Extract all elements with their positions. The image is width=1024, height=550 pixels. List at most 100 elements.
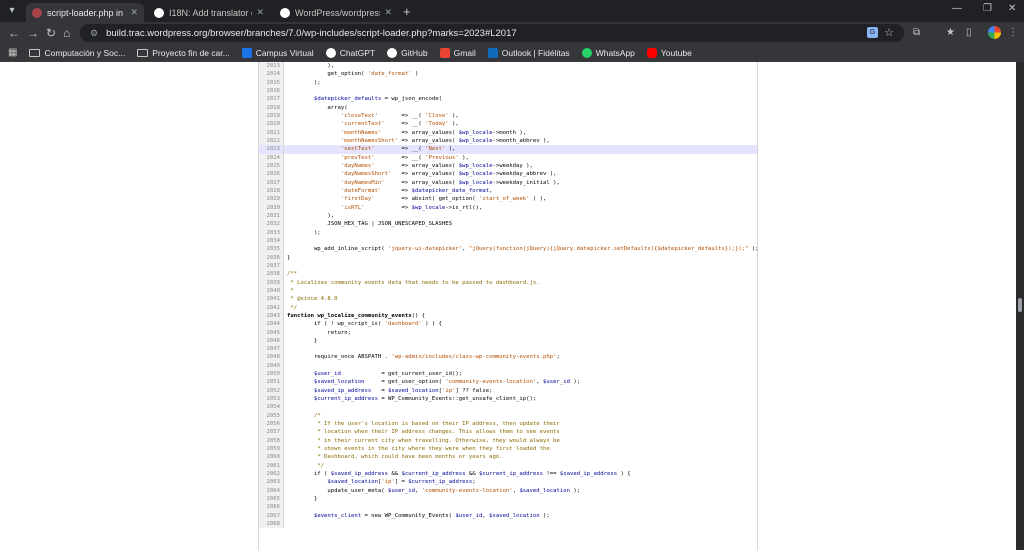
back-arrow-icon[interactable]: ← bbox=[8, 26, 20, 40]
sidebar-icon[interactable]: ▯ bbox=[966, 27, 972, 38]
line-number-link[interactable]: 2062 bbox=[259, 470, 284, 479]
line-number-link[interactable]: 2028 bbox=[259, 186, 284, 196]
bookmark-folder[interactable]: Computación y Soc... bbox=[29, 48, 125, 58]
line-number-link[interactable]: 2039 bbox=[259, 278, 284, 287]
forward-arrow-icon[interactable]: → bbox=[27, 26, 39, 40]
extensions-icon[interactable]: ⧉ bbox=[913, 27, 920, 38]
home-icon[interactable]: ⌂ bbox=[63, 26, 70, 40]
line-number-link[interactable]: 2042 bbox=[259, 303, 284, 312]
line-number-link[interactable]: 2053 bbox=[259, 395, 284, 404]
tab-title: WordPress/wordpress-develop bbox=[295, 7, 380, 18]
line-number-link[interactable]: 2015 bbox=[259, 78, 284, 87]
line-number-link[interactable]: 2051 bbox=[259, 378, 284, 387]
bookmark-item[interactable]: Campus Virtual bbox=[241, 47, 314, 58]
line-number-link[interactable]: 2023 bbox=[259, 145, 284, 154]
profile-avatar[interactable] bbox=[988, 26, 1001, 39]
translate-icon[interactable]: G bbox=[867, 27, 878, 38]
bookmark-label: Gmail bbox=[453, 47, 476, 58]
line-number-link[interactable]: 2031 bbox=[259, 211, 284, 221]
line-number-link[interactable]: 2050 bbox=[259, 370, 284, 379]
line-number-link[interactable]: 2052 bbox=[259, 386, 284, 396]
bookmark-item[interactable]: ChatGPT bbox=[325, 47, 375, 58]
line-number-link[interactable]: 2047 bbox=[259, 345, 284, 354]
tab-search-icon[interactable]: ▾ bbox=[4, 4, 20, 18]
line-number-link[interactable]: 2048 bbox=[259, 353, 284, 362]
line-number-link[interactable]: 2044 bbox=[259, 320, 284, 329]
minimize-icon[interactable]: — bbox=[952, 3, 962, 14]
line-number-link[interactable]: 2021 bbox=[259, 128, 284, 137]
browser-toolbar: ← → ↻ ⌂ ⚙ build.trac.wordpress.org/brows… bbox=[0, 22, 1024, 44]
scrollbar-thumb[interactable] bbox=[1018, 298, 1022, 312]
line-number-link[interactable]: 2022 bbox=[259, 136, 284, 146]
line-number-link[interactable]: 2037 bbox=[259, 261, 284, 271]
line-number-link[interactable]: 2036 bbox=[259, 253, 284, 262]
line-number-link[interactable]: 2040 bbox=[259, 286, 284, 296]
url-text[interactable]: build.trac.wordpress.org/browser/branche… bbox=[106, 28, 517, 39]
bookmark-folder[interactable]: Proyecto fin de car... bbox=[137, 48, 230, 58]
line-number-link[interactable]: 2019 bbox=[259, 111, 284, 121]
line-number-link[interactable]: 2014 bbox=[259, 70, 284, 79]
line-number-link[interactable]: 2041 bbox=[259, 295, 284, 304]
line-number-link[interactable]: 2057 bbox=[259, 428, 284, 437]
line-number-link[interactable]: 2049 bbox=[259, 361, 284, 371]
line-number-link[interactable]: 2068 bbox=[259, 520, 284, 529]
close-tab-icon[interactable]: ✕ bbox=[130, 7, 138, 18]
address-bar[interactable]: ⚙ build.trac.wordpress.org/browser/branc… bbox=[80, 24, 904, 42]
line-number-link[interactable]: 2061 bbox=[259, 461, 284, 471]
line-number-link[interactable]: 2046 bbox=[259, 336, 284, 346]
line-number-link[interactable]: 2035 bbox=[259, 245, 284, 254]
line-number-link[interactable]: 2063 bbox=[259, 478, 284, 487]
restore-icon[interactable]: ❐ bbox=[983, 3, 992, 14]
bookmark-item[interactable]: Gmail bbox=[439, 47, 476, 58]
line-source: 'dayNames' => array_values( $wp_locale->… bbox=[340, 162, 533, 169]
line-number-link[interactable]: 2016 bbox=[259, 86, 284, 96]
page-scrollbar[interactable] bbox=[1016, 62, 1024, 550]
line-number-link[interactable]: 2029 bbox=[259, 195, 284, 204]
line-number-link[interactable]: 2066 bbox=[259, 503, 284, 512]
line-number-link[interactable]: 2056 bbox=[259, 420, 284, 429]
line-number-link[interactable]: 2034 bbox=[259, 236, 284, 246]
line-number-link[interactable]: 2059 bbox=[259, 445, 284, 454]
line-number-link[interactable]: 2020 bbox=[259, 120, 284, 129]
menu-icon[interactable]: ⋮ bbox=[1008, 27, 1018, 38]
site-info-icon[interactable]: ⚙ bbox=[90, 28, 98, 39]
line-number-link[interactable]: 2026 bbox=[259, 170, 284, 179]
apps-grid-icon[interactable]: ▦ bbox=[8, 47, 17, 58]
bookmark-item[interactable]: Outlook | Fidélitas bbox=[487, 47, 570, 58]
line-number-link[interactable]: 2038 bbox=[259, 270, 284, 279]
tab-wordpress-develop[interactable]: WordPress/wordpress-develop ✕ bbox=[274, 3, 398, 22]
line-number-link[interactable]: 2054 bbox=[259, 403, 284, 412]
line-number-link[interactable]: 2055 bbox=[259, 411, 284, 421]
reload-icon[interactable]: ↻ bbox=[46, 26, 56, 40]
line-number-link[interactable]: 2043 bbox=[259, 311, 284, 321]
line-source: ); bbox=[287, 229, 321, 236]
line-number-link[interactable]: 2065 bbox=[259, 495, 284, 504]
line-number-link[interactable]: 2013 bbox=[259, 62, 284, 71]
close-window-icon[interactable]: ✕ bbox=[1008, 3, 1016, 14]
line-number-link[interactable]: 2060 bbox=[259, 453, 284, 462]
new-tab-button[interactable]: + bbox=[403, 4, 411, 19]
code-line: 2044 if ( ! wp_script_is( 'dashboard' ) … bbox=[259, 320, 757, 329]
bookmark-item[interactable]: WhatsApp bbox=[581, 47, 635, 58]
code-line: 2057 * location when their IP address ch… bbox=[259, 428, 757, 437]
bookmark-star-icon[interactable]: ☆ bbox=[884, 26, 894, 39]
line-number-link[interactable]: 2030 bbox=[259, 203, 284, 212]
tab-script-loader[interactable]: script-loader.php in branches/7.0/wp-inc… bbox=[26, 3, 144, 22]
line-number-link[interactable]: 2058 bbox=[259, 436, 284, 446]
bookmark-item[interactable]: Youtube bbox=[646, 47, 692, 58]
line-number-link[interactable]: 2025 bbox=[259, 161, 284, 171]
line-number-link[interactable]: 2064 bbox=[259, 486, 284, 496]
line-number-link[interactable]: 2045 bbox=[259, 328, 284, 337]
bookmark-item[interactable]: GitHub bbox=[387, 47, 428, 58]
reading-list-icon[interactable]: ★ bbox=[946, 27, 955, 38]
line-number-link[interactable]: 2018 bbox=[259, 103, 284, 112]
line-number-link[interactable]: 2033 bbox=[259, 228, 284, 237]
line-number-link[interactable]: 2024 bbox=[259, 153, 284, 162]
close-tab-icon[interactable]: ✕ bbox=[256, 7, 264, 18]
tab-i18n[interactable]: I18N: Add translator context for datepic… bbox=[148, 3, 270, 22]
line-number-link[interactable]: 2027 bbox=[259, 178, 284, 187]
line-number-link[interactable]: 2067 bbox=[259, 511, 284, 521]
close-tab-icon[interactable]: ✕ bbox=[384, 7, 392, 18]
line-number-link[interactable]: 2032 bbox=[259, 220, 284, 229]
line-number-link[interactable]: 2017 bbox=[259, 95, 284, 104]
